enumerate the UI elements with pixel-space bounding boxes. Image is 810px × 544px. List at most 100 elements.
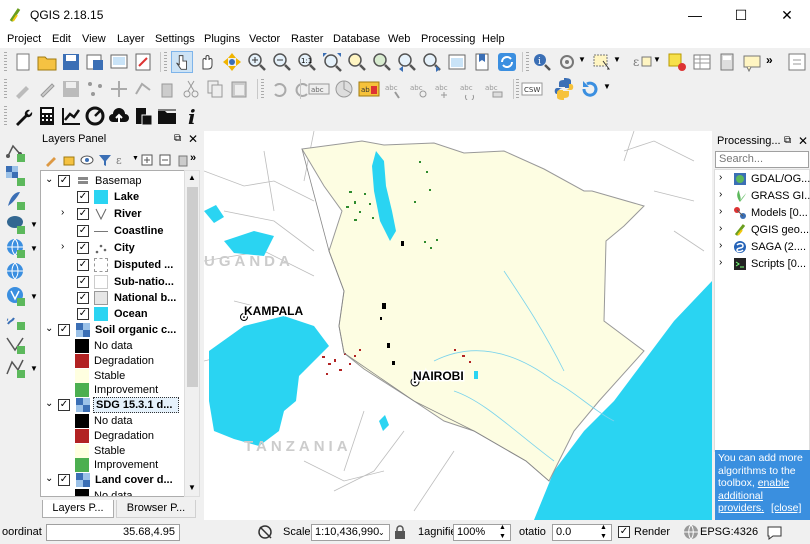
toolbar-overflow-icon[interactable]: » [766, 53, 773, 67]
add-spatialite-layer-icon[interactable] [4, 188, 26, 210]
toolbar-grip[interactable] [4, 52, 7, 72]
crs-status-button[interactable]: EPSG:4326 [700, 526, 758, 538]
chevron-down-icon[interactable]: ⌄ [45, 174, 53, 185]
menu-vector[interactable]: Vector [249, 33, 280, 45]
coordinate-field[interactable]: 35.68,4.95 [46, 524, 180, 541]
select-features-icon[interactable] [591, 51, 613, 73]
plugin-reloader-icon[interactable] [578, 78, 600, 100]
chevron-down-icon[interactable]: ⌄ [45, 473, 53, 484]
wrench-icon[interactable] [12, 105, 34, 127]
calculator-icon[interactable] [36, 105, 58, 127]
zoom-last-icon[interactable] [396, 51, 418, 73]
layer-row-sdg-15-3-1[interactable]: ⌄ ✓ SDG 15.3.1 d... [45, 397, 179, 414]
add-group-icon[interactable] [62, 153, 76, 167]
layer-visibility-checkbox[interactable]: ✓ [77, 292, 89, 304]
chevron-down-icon[interactable]: ▼ [30, 292, 38, 301]
layer-visibility-checkbox[interactable]: ✓ [58, 324, 70, 336]
highlight-pinned-labels-icon[interactable]: ab [358, 78, 380, 100]
chevron-right-icon[interactable]: › [719, 189, 722, 200]
map-canvas[interactable]: UGANDA TANZANIA KAMPALA NAIROBI [204, 131, 712, 520]
chevron-right-icon[interactable]: › [61, 241, 64, 252]
identify-features-icon[interactable]: i [531, 51, 553, 73]
move-label-icon[interactable]: abc [433, 78, 455, 100]
manage-map-themes-icon[interactable] [80, 153, 94, 167]
layer-visibility-checkbox[interactable]: ✓ [58, 175, 70, 187]
close-panel-icon[interactable]: ✕ [188, 132, 198, 146]
collapse-all-icon[interactable] [158, 153, 172, 167]
run-feature-action-icon[interactable] [556, 51, 578, 73]
filter-by-expression-icon[interactable]: ε [116, 153, 132, 167]
open-attribute-table-icon[interactable] [691, 51, 713, 73]
menu-database[interactable]: Database [333, 33, 380, 45]
chevron-down-icon[interactable]: ▼ [653, 55, 661, 64]
layer-tree-scrollbar[interactable]: ▲ ▼ [184, 170, 200, 497]
menu-settings[interactable]: Settings [155, 33, 195, 45]
lock-scale-icon[interactable] [394, 525, 406, 540]
layer-visibility-checkbox[interactable]: ✓ [58, 474, 70, 486]
close-panel-icon[interactable]: ✕ [798, 134, 808, 148]
map-rendering[interactable]: UGANDA TANZANIA KAMPALA NAIROBI [204, 131, 712, 520]
add-postgis-layer-icon[interactable] [4, 212, 26, 234]
float-panel-icon[interactable]: ⧉ [174, 133, 181, 144]
rotation-spinbox[interactable]: 0.0 ▲ ▼ [552, 524, 612, 541]
chevron-right-icon[interactable]: › [719, 223, 722, 234]
menu-raster[interactable]: Raster [291, 33, 323, 45]
float-panel-icon[interactable]: ⧉ [784, 135, 791, 146]
metasearch-csw-icon[interactable]: CSW [521, 78, 543, 100]
new-bookmark-icon[interactable] [471, 51, 493, 73]
change-label-icon[interactable]: abc [483, 78, 505, 100]
zoom-to-selection-icon[interactable] [346, 51, 368, 73]
chevron-down-icon[interactable]: ▼ [30, 220, 38, 229]
scroll-up-icon[interactable]: ▲ [188, 173, 196, 182]
save-as-icon[interactable] [84, 51, 106, 73]
chevron-right-icon[interactable]: › [719, 206, 722, 217]
layer-styling-icon[interactable] [44, 153, 58, 167]
menu-view[interactable]: View [82, 33, 106, 45]
close-button[interactable]: ✕ [764, 0, 810, 30]
menu-edit[interactable]: Edit [52, 33, 71, 45]
render-checkbox[interactable]: ✓ [618, 526, 630, 538]
zoom-out-icon[interactable] [271, 51, 293, 73]
save-layer-edits-icon[interactable] [60, 78, 82, 100]
layer-visibility-checkbox[interactable]: ✓ [77, 225, 89, 237]
layer-labeling-options-icon[interactable]: abc [308, 78, 330, 100]
chevron-down-icon[interactable]: ▼ [603, 82, 611, 91]
new-map-view-icon[interactable] [446, 51, 468, 73]
pan-map-icon[interactable] [196, 51, 218, 73]
delete-selected-icon[interactable] [156, 78, 178, 100]
python-console-icon[interactable] [553, 78, 575, 100]
add-delimited-text-layer-icon[interactable]: , [4, 308, 26, 330]
cloud-upload-icon[interactable] [108, 105, 130, 127]
chevron-down-icon[interactable]: ▼ [30, 364, 38, 373]
map-tips-icon[interactable] [741, 51, 763, 73]
messages-icon[interactable] [766, 524, 783, 541]
panel-toolbar-overflow-icon[interactable]: » [190, 152, 196, 164]
menu-project[interactable]: Project [7, 33, 41, 45]
toggle-editing-icon[interactable] [36, 78, 58, 100]
pin-labels-icon[interactable]: abc [383, 78, 405, 100]
rotate-label-icon[interactable]: abc [458, 78, 480, 100]
deselect-features-icon[interactable] [666, 51, 688, 73]
node-tool-icon[interactable] [132, 78, 154, 100]
layer-visibility-checkbox[interactable]: ✓ [77, 208, 89, 220]
spinner-arrows-icon[interactable]: ▲ ▼ [499, 523, 506, 541]
magnifier-spinbox[interactable]: 100% ▲ ▼ [453, 524, 511, 541]
field-calculator-icon[interactable] [716, 51, 738, 73]
save-project-icon[interactable] [60, 51, 82, 73]
chevron-right-icon[interactable]: › [719, 240, 722, 251]
maximize-button[interactable]: ☐ [718, 0, 764, 30]
add-feature-icon[interactable] [84, 78, 106, 100]
cut-features-icon[interactable] [180, 78, 202, 100]
chevron-down-icon[interactable]: ▼ [30, 244, 38, 253]
crs-globe-icon[interactable] [683, 524, 699, 540]
add-raster-layer-icon[interactable] [4, 164, 26, 186]
add-vector-layer-icon[interactable] [4, 140, 26, 162]
undo-icon[interactable] [268, 78, 290, 100]
menu-layer[interactable]: Layer [117, 33, 145, 45]
diagram-options-icon[interactable] [333, 78, 355, 100]
show-hide-labels-icon[interactable]: abc [408, 78, 430, 100]
menu-plugins[interactable]: Plugins [204, 33, 240, 45]
scroll-down-icon[interactable]: ▼ [188, 483, 196, 492]
layer-visibility-checkbox[interactable]: ✓ [77, 242, 89, 254]
layer-visibility-checkbox[interactable]: ✓ [58, 399, 70, 411]
